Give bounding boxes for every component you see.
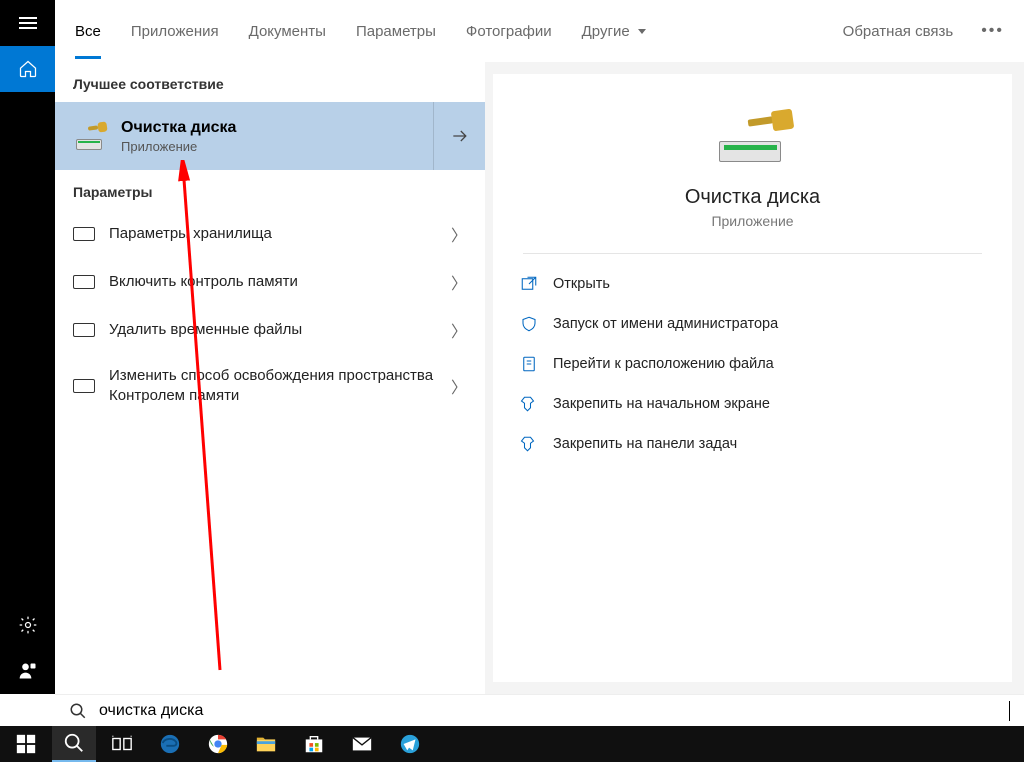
settings-item-label: Включить контроль памяти [109,272,437,292]
action-label: Закрепить на начальном экране [553,396,770,412]
hamburger-button[interactable] [0,0,55,46]
taskbar-app-mail[interactable] [340,726,384,762]
taskbar [0,726,1024,762]
preview-actions: Открыть Запуск от имени администратора П… [493,254,1012,474]
settings-section-header: Параметры [55,170,485,210]
chevron-right-icon: 〉 [451,318,467,342]
taskbar-app-edge[interactable] [148,726,192,762]
open-icon [519,274,539,294]
preview-subtitle: Приложение [711,213,793,229]
best-match-expand-button[interactable] [433,102,485,170]
chevron-down-icon [638,29,646,34]
best-match-title: Очистка диска [121,119,236,137]
settings-item-label: Параметры хранилища [109,224,437,244]
task-view-button[interactable] [100,726,144,762]
search-input[interactable] [99,702,1011,720]
home-button[interactable] [0,46,55,92]
action-label: Открыть [553,276,610,292]
feedback-link[interactable]: Обратная связь [843,23,954,40]
action-label: Запуск от имени администратора [553,316,778,332]
pin-taskbar-icon [519,434,539,454]
divider [523,253,982,254]
best-match-item[interactable]: Очистка диска Приложение [55,102,485,170]
best-match-subtitle: Приложение [121,139,236,154]
search-icon [63,732,85,754]
taskbar-app-chrome[interactable] [196,726,240,762]
tab-all[interactable]: Все [75,23,101,40]
chevron-right-icon: 〉 [451,222,467,246]
windows-icon [15,733,37,755]
action-pin-start[interactable]: Закрепить на начальном экране [511,384,994,424]
pin-start-icon [519,394,539,414]
settings-item-storage[interactable]: Параметры хранилища 〉 [55,210,485,258]
search-main: Лучшее соответствие Очистка диска Прилож… [55,62,1024,694]
preview-title: Очистка диска [685,186,820,209]
action-open-location[interactable]: Перейти к расположению файла [511,344,994,384]
settings-tile-icon [73,275,95,289]
task-view-icon [111,733,133,755]
store-icon [303,733,325,755]
hamburger-icon [19,14,37,32]
chrome-icon [207,733,229,755]
account-button[interactable] [0,648,55,694]
settings-tile-icon [73,379,95,393]
settings-tile-icon [73,323,95,337]
taskbar-search-button[interactable] [52,726,96,762]
telegram-icon [399,733,421,755]
disk-cleanup-large-icon [713,104,793,168]
settings-item-change-freeup[interactable]: Изменить способ освобождения пространств… [55,354,485,419]
home-icon [18,59,38,79]
settings-item-label: Изменить способ освобождения пространств… [109,366,437,407]
tab-settings[interactable]: Параметры [356,23,436,40]
settings-item-storage-sense[interactable]: Включить контроль памяти 〉 [55,258,485,306]
text-caret [1009,701,1010,721]
search-preview-pane: Очистка диска Приложение Открыть Запуск … [493,74,1012,682]
settings-item-label: Удалить временные файлы [109,320,437,340]
taskbar-app-explorer[interactable] [244,726,288,762]
action-pin-taskbar[interactable]: Закрепить на панели задач [511,424,994,464]
mail-icon [351,733,373,755]
best-match-header: Лучшее соответствие [55,62,485,102]
start-search-rail [0,0,55,694]
disk-cleanup-icon [73,119,107,153]
tab-apps[interactable]: Приложения [131,23,219,40]
tab-more[interactable]: Другие [582,23,646,40]
tab-documents[interactable]: Документы [249,23,326,40]
action-label: Перейти к расположению файла [553,356,774,372]
search-results-column: Лучшее соответствие Очистка диска Прилож… [55,62,485,694]
folder-icon [255,733,277,755]
edge-icon [159,733,181,755]
more-options-button[interactable]: ••• [981,22,1004,40]
action-run-as-admin[interactable]: Запуск от имени администратора [511,304,994,344]
gear-icon [18,615,38,635]
file-location-icon [519,354,539,374]
taskbar-app-store[interactable] [292,726,336,762]
search-filter-tabs: Все Приложения Документы Параметры Фотог… [55,0,1024,62]
taskbar-app-telegram[interactable] [388,726,432,762]
chevron-right-icon: 〉 [451,270,467,294]
shield-admin-icon [519,314,539,334]
settings-button[interactable] [0,602,55,648]
start-button[interactable] [4,726,48,762]
settings-tile-icon [73,227,95,241]
action-label: Закрепить на панели задач [553,436,737,452]
chevron-right-icon: 〉 [451,374,467,398]
user-icon [18,661,38,681]
settings-item-delete-temp[interactable]: Удалить временные файлы 〉 [55,306,485,354]
arrow-right-icon [450,126,470,146]
tab-photos[interactable]: Фотографии [466,23,552,40]
action-open[interactable]: Открыть [511,264,994,304]
search-box-row [55,694,1024,726]
search-icon [69,702,87,720]
